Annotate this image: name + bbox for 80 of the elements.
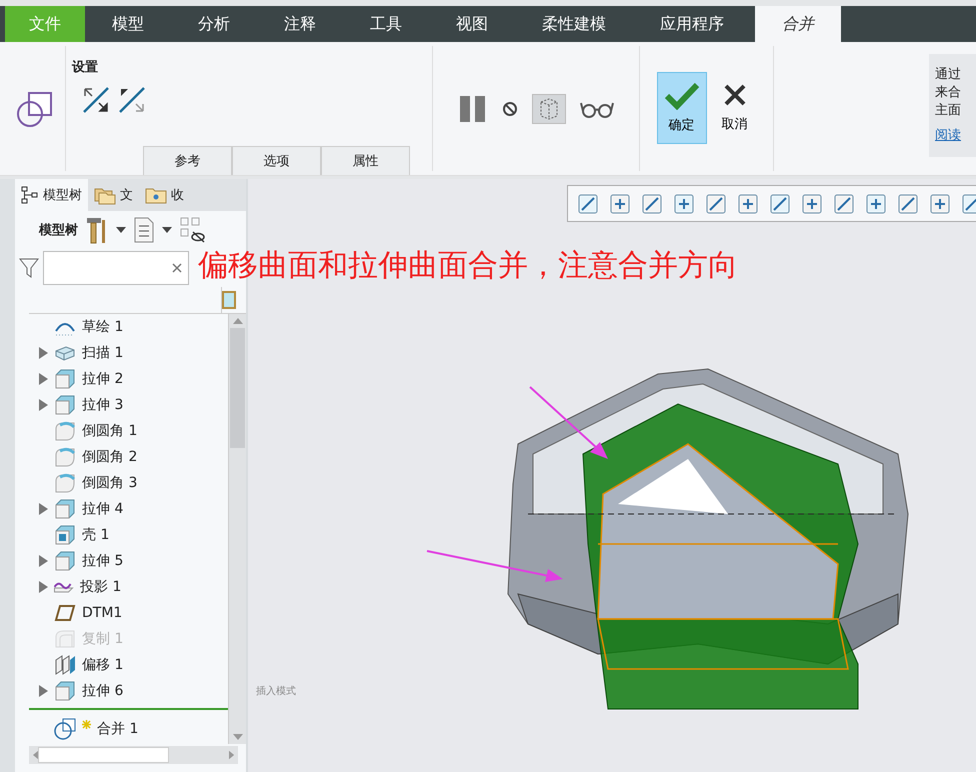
copy-feature-icon bbox=[54, 629, 76, 649]
tree-item[interactable]: 拉伸 3 bbox=[29, 392, 228, 418]
panel-tab[interactable]: 选项 bbox=[232, 146, 321, 175]
hammer-icon[interactable] bbox=[86, 216, 108, 244]
search-field[interactable] bbox=[43, 251, 189, 285]
ribbon-tab[interactable]: 应用程序 bbox=[633, 6, 751, 42]
tree-item[interactable]: DTM1 bbox=[29, 600, 228, 626]
panel-tab[interactable]: 属性 bbox=[321, 146, 410, 175]
list-settings-icon[interactable] bbox=[134, 217, 154, 243]
round-feature-icon bbox=[54, 447, 76, 467]
help-text: 通过 bbox=[935, 66, 962, 84]
ribbon-tab[interactable]: 注释 bbox=[257, 6, 343, 42]
round-feature-icon bbox=[54, 473, 76, 493]
tree-item[interactable]: 拉伸 5 bbox=[29, 548, 228, 574]
cancel-button[interactable]: 取消 bbox=[712, 72, 756, 144]
vertical-scrollbar[interactable] bbox=[228, 314, 246, 744]
model-tree-title: 模型树 bbox=[39, 222, 78, 239]
tree-item[interactable]: 倒圆角 3 bbox=[29, 470, 228, 496]
clear-icon[interactable] bbox=[172, 263, 182, 273]
ribbon-tab[interactable]: 柔性建模 bbox=[515, 6, 633, 42]
hidden-tree-icon[interactable] bbox=[180, 217, 206, 243]
tree-item[interactable]: 拉伸 2 bbox=[29, 366, 228, 392]
preview-toggle[interactable] bbox=[532, 94, 566, 124]
diagonal-arrow-icon[interactable] bbox=[82, 86, 110, 114]
tree-item[interactable]: 拉伸 4 bbox=[29, 496, 228, 522]
annotation-text: 偏移曲面和拉伸曲面合并，注意合并方向 bbox=[198, 247, 738, 285]
tree-item[interactable]: 合并 1 bbox=[29, 716, 228, 742]
help-text: 来合 bbox=[935, 84, 962, 102]
tree-item[interactable]: 壳 1 bbox=[29, 522, 228, 548]
extrude-feature-icon bbox=[54, 395, 76, 415]
tree-item[interactable]: 偏移 1 bbox=[29, 652, 228, 678]
scroll-thumb[interactable] bbox=[230, 328, 245, 448]
prohibited-icon[interactable] bbox=[502, 100, 518, 116]
tree-item[interactable]: 倒圆角 2 bbox=[29, 444, 228, 470]
expand-arrow-icon[interactable] bbox=[39, 503, 48, 515]
expand-arrow-icon[interactable] bbox=[39, 347, 48, 359]
tree-item[interactable]: 扫描 1 bbox=[29, 340, 228, 366]
help-link[interactable]: 阅读 bbox=[935, 126, 976, 144]
ribbon-tab[interactable]: 合并 bbox=[755, 6, 841, 42]
tree-item[interactable]: 草绘 1 bbox=[29, 314, 228, 340]
shell-feature-icon bbox=[54, 525, 76, 545]
ribbon-tab[interactable]: 工具 bbox=[343, 6, 429, 42]
expand-arrow-icon[interactable] bbox=[39, 373, 48, 385]
check-icon bbox=[664, 82, 700, 110]
close-icon bbox=[722, 83, 746, 107]
expand-arrow-icon[interactable] bbox=[39, 581, 48, 593]
ribbon-tab[interactable]: 分析 bbox=[171, 6, 257, 42]
filter-icon[interactable] bbox=[19, 257, 39, 279]
column-settings-icon[interactable] bbox=[222, 290, 238, 310]
datum-feature-icon bbox=[54, 603, 76, 623]
pause-icon[interactable] bbox=[458, 94, 488, 124]
ribbon-tab[interactable]: 模型 bbox=[85, 6, 171, 42]
panel-tab[interactable]: 参考 bbox=[143, 146, 232, 175]
mode-status-text: 插入模式 bbox=[256, 684, 296, 698]
tree-item[interactable]: 投影 1 bbox=[29, 574, 228, 600]
panel-tab[interactable]: 文 bbox=[88, 179, 139, 211]
tree-icon bbox=[21, 186, 39, 204]
extrude-feature-icon bbox=[54, 551, 76, 571]
new-star-icon bbox=[82, 720, 91, 729]
dropdown-arrow-icon[interactable] bbox=[162, 227, 172, 233]
panel-tab[interactable]: 收 bbox=[139, 179, 190, 211]
panel-tab[interactable]: 模型树 bbox=[15, 179, 88, 211]
expand-arrow-icon[interactable] bbox=[39, 685, 48, 697]
settings-label: 设置 bbox=[72, 59, 98, 76]
round-feature-icon bbox=[54, 421, 76, 441]
ribbon-tab[interactable]: 视图 bbox=[429, 6, 515, 42]
help-text: 主面 bbox=[935, 102, 962, 120]
tree-item[interactable]: 拉伸 6 bbox=[29, 678, 228, 704]
project-feature-icon bbox=[54, 581, 74, 593]
expand-arrow-icon[interactable] bbox=[39, 399, 48, 411]
diagonal-arrow-icon[interactable] bbox=[118, 86, 146, 114]
tree-item[interactable]: 倒圆角 1 bbox=[29, 418, 228, 444]
merge-feature-icon bbox=[54, 718, 76, 740]
extrude-feature-icon bbox=[54, 499, 76, 519]
expand-arrow-icon[interactable] bbox=[39, 555, 48, 567]
ok-button[interactable]: 确定 bbox=[656, 72, 706, 144]
extrude-feature-icon bbox=[54, 681, 76, 701]
offset-feature-icon bbox=[54, 655, 76, 675]
extrude-feature-icon bbox=[54, 369, 76, 389]
dropdown-arrow-icon[interactable] bbox=[116, 227, 126, 233]
